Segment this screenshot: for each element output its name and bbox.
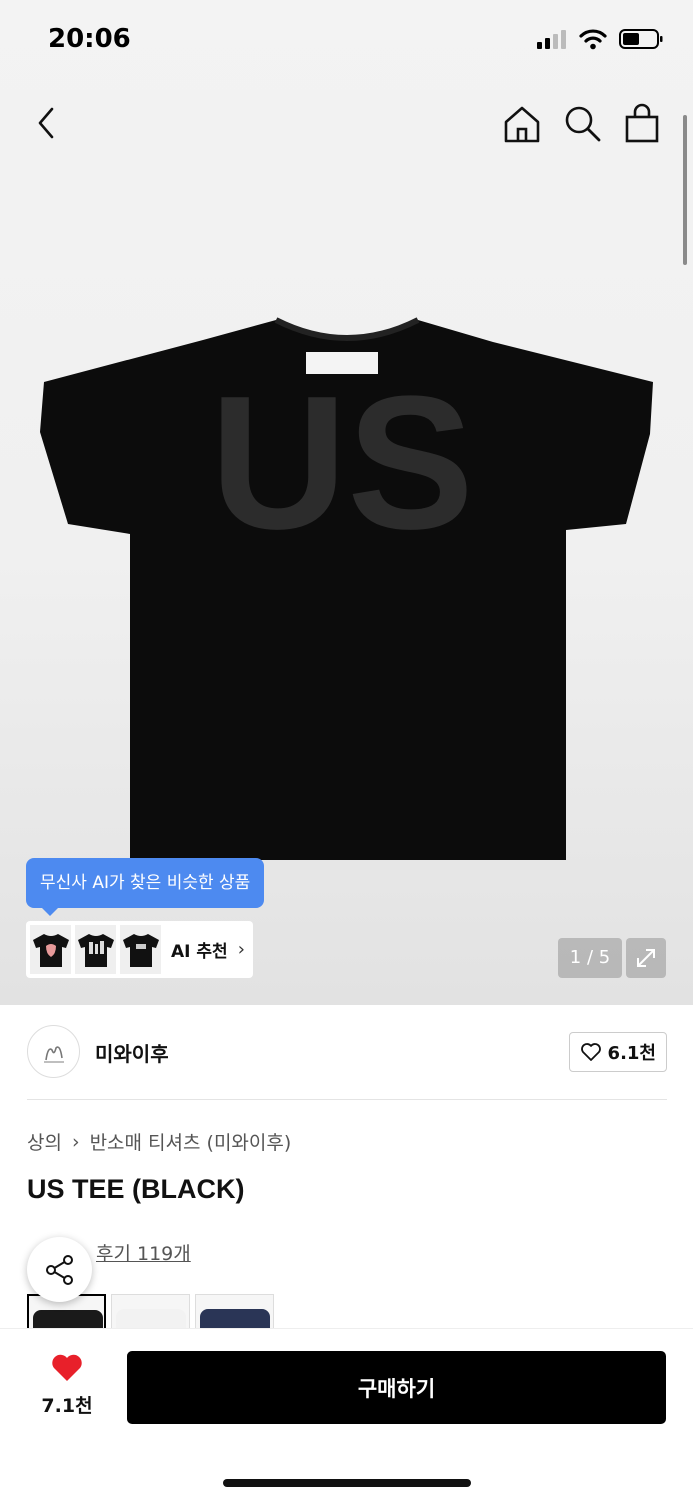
heart-outline-icon	[580, 1043, 601, 1061]
ai-recommend-tooltip[interactable]: 무신사 AI가 찾은 비슷한 상품	[26, 858, 265, 916]
home-icon[interactable]	[502, 103, 542, 145]
top-nav	[0, 95, 693, 155]
breadcrumb-level2[interactable]: 반소매 티셔츠 (미와이후)	[90, 1128, 292, 1155]
image-pager: 1 / 5	[558, 938, 622, 978]
breadcrumb: 상의 › 반소매 티셔츠 (미와이후)	[27, 1128, 291, 1155]
scroll-indicator	[683, 115, 687, 265]
shirt-print-text: US	[210, 357, 474, 569]
brand-name[interactable]: 미와이후	[95, 1038, 169, 1067]
wifi-icon	[579, 29, 607, 50]
product-title: US TEE (BLACK)	[27, 1174, 245, 1204]
ai-recommend-card[interactable]: AI 추천 ›	[26, 921, 253, 978]
bottom-action-bar: 7.1천 구매하기	[0, 1328, 693, 1500]
product-image-tshirt[interactable]: US	[38, 312, 656, 860]
shopping-bag-icon[interactable]	[622, 103, 662, 145]
status-time: 20:06	[48, 24, 131, 54]
chevron-right-icon: ›	[237, 939, 245, 960]
search-icon[interactable]	[562, 103, 602, 145]
ai-thumb-1[interactable]	[30, 925, 71, 974]
brand-like-button[interactable]: 6.1천	[568, 1032, 667, 1072]
ai-recommend-label: AI 추천	[171, 942, 228, 962]
tshirt-thumb-icon	[77, 933, 114, 967]
tshirt-thumb-icon	[32, 933, 69, 967]
tshirt-thumb-icon	[122, 933, 159, 967]
chevron-left-icon[interactable]	[30, 103, 66, 143]
breadcrumb-level1[interactable]: 상의	[27, 1128, 62, 1155]
reviews-link[interactable]: 후기 119개	[96, 1239, 191, 1266]
ai-thumb-3[interactable]	[120, 925, 161, 974]
battery-icon	[619, 29, 663, 49]
breadcrumb-separator-icon: ›	[71, 1130, 80, 1153]
heart-filled-icon	[52, 1354, 82, 1381]
share-button[interactable]	[27, 1237, 92, 1302]
ai-thumb-2[interactable]	[75, 925, 116, 974]
status-icons	[537, 28, 663, 50]
expand-button[interactable]	[626, 938, 666, 978]
buy-button[interactable]: 구매하기	[127, 1351, 666, 1424]
home-indicator	[223, 1479, 471, 1487]
share-icon	[45, 1254, 73, 1285]
like-count: 7.1천	[41, 1395, 93, 1417]
brand-logo[interactable]	[27, 1025, 80, 1078]
cellular-signal-icon	[537, 30, 566, 49]
brand-logo-icon	[43, 1045, 64, 1063]
expand-icon	[637, 949, 655, 967]
brand-like-count: 6.1천	[607, 1043, 656, 1064]
product-hero: 20:06 US 무신사 AI가 찾은 비슷한 상품 AI 추천 › 1 / 5	[0, 0, 693, 1005]
divider	[27, 1099, 667, 1100]
like-button[interactable]: 7.1천	[27, 1353, 107, 1418]
brand-row: 미와이후 6.1천	[27, 1025, 667, 1079]
status-bar: 20:06	[0, 0, 693, 82]
